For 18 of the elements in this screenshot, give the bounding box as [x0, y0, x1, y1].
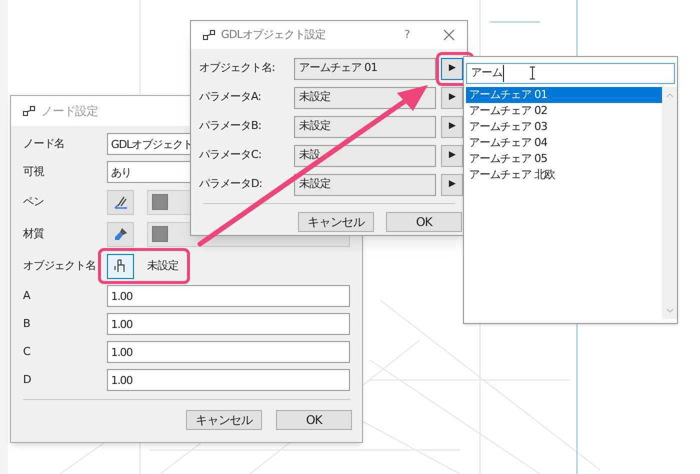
- field-label: オブジェクト名: [23, 258, 97, 274]
- field-label: パラメータB:: [199, 118, 262, 134]
- field-label: 材質: [23, 226, 45, 242]
- field-label: ノード名: [23, 136, 66, 152]
- window-title: GDLオブジェクト設定: [221, 26, 327, 43]
- field-label: B: [23, 316, 31, 332]
- field-label: D: [23, 372, 32, 388]
- field-label: ペン: [23, 194, 45, 210]
- field-label: A: [23, 288, 32, 304]
- field-label: 可視: [23, 164, 46, 180]
- field-label: C: [23, 344, 32, 360]
- field-label: オブジェクト名:: [199, 60, 276, 76]
- field-label: パラメータC:: [199, 147, 262, 164]
- field-label: パラメータA:: [199, 89, 262, 106]
- field-label: パラメータD:: [199, 176, 263, 192]
- search-text: アーム: [471, 65, 504, 82]
- object-value: 未設定: [147, 258, 178, 274]
- window-title: ノード設定: [41, 103, 98, 120]
